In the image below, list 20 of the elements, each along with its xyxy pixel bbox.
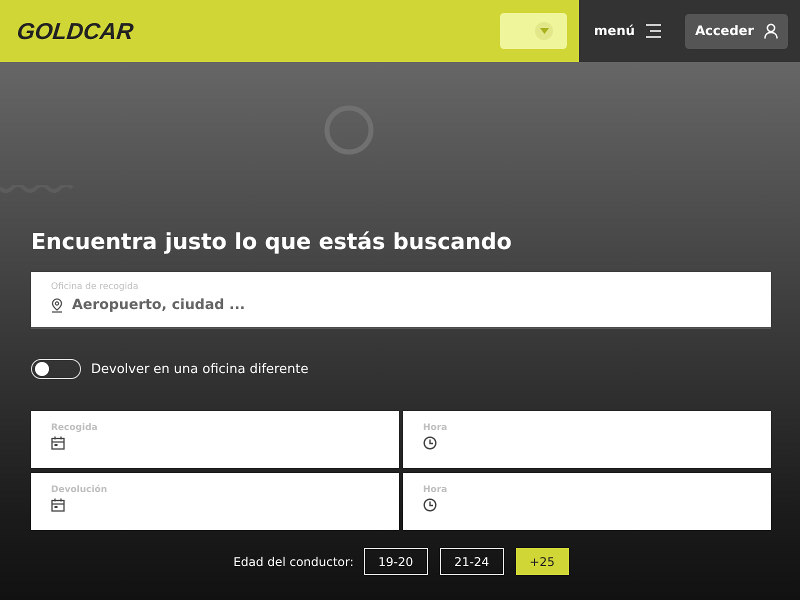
user-icon [764,23,778,39]
location-pin-icon [51,298,63,312]
toggle-label: Devolver en una oficina diferente [91,362,308,376]
clock-icon [423,498,437,512]
circle-decoration [323,104,375,156]
age-option[interactable]: +25 [516,548,569,575]
calendar-icon [51,498,65,512]
login-button[interactable]: Acceder [685,14,788,48]
driver-age-label: Edad del conductor: [233,554,354,568]
age-option[interactable]: 21-24 [440,548,504,575]
logo[interactable]: GOLDCAR [16,18,135,44]
clock-icon [423,436,437,450]
calendar-icon [51,436,65,450]
toggle-switch[interactable] [31,359,81,379]
menu-button[interactable]: menú [594,24,662,38]
age-option[interactable]: 19-20 [364,548,428,575]
page-title: Encuentra justo lo que estás buscando [31,229,513,257]
caret-icon [540,28,548,34]
menu-icon [644,24,662,38]
field-label: Oficina de recogida [51,282,140,292]
